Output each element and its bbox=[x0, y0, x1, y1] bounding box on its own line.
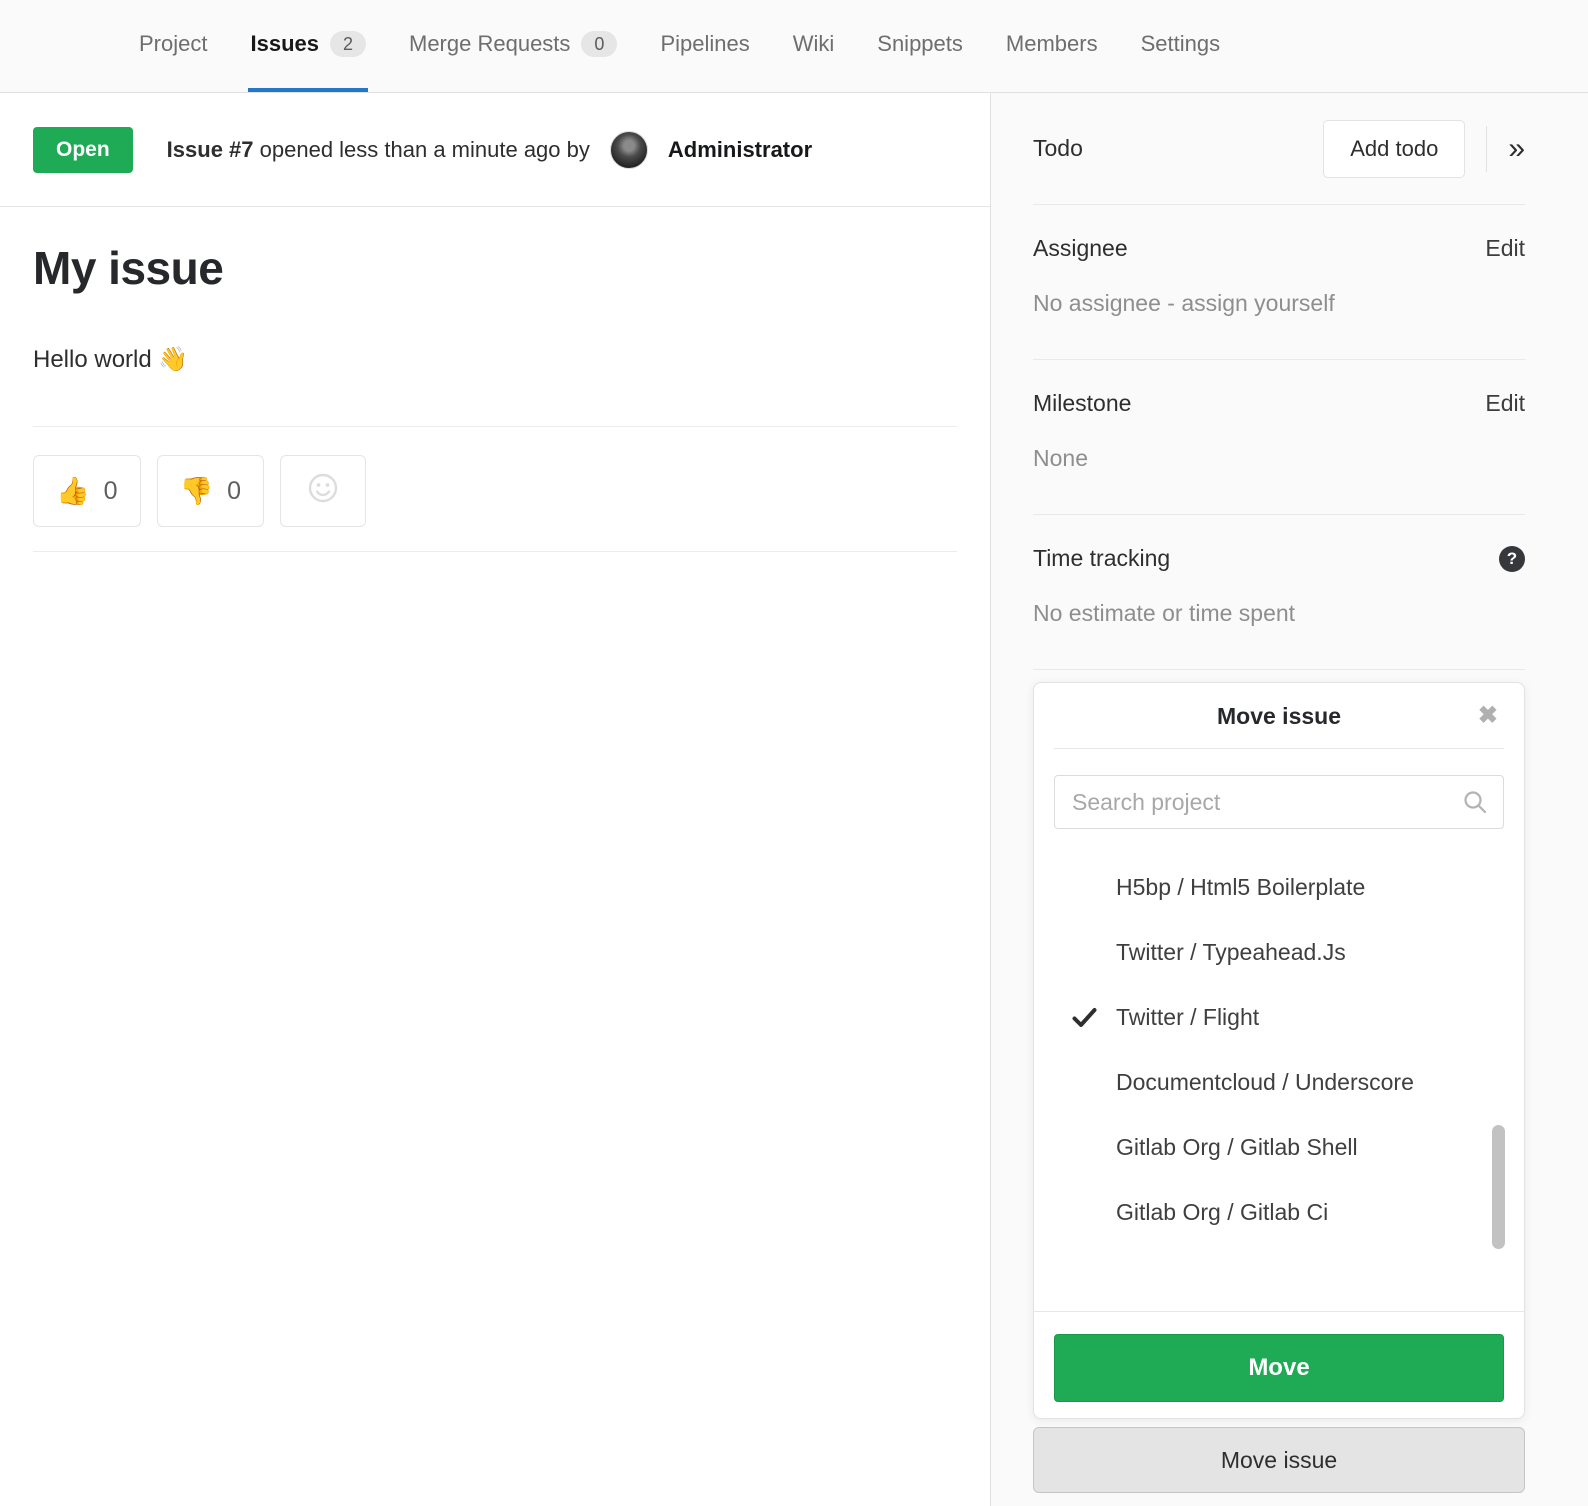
assignee-section: Assignee Edit No assignee - assign yours… bbox=[1033, 205, 1525, 360]
milestone-label: Milestone bbox=[1033, 390, 1131, 417]
list-item[interactable]: Gitlab Org / Gitlab Shell bbox=[1034, 1115, 1524, 1180]
dash-separator: - bbox=[1167, 290, 1175, 316]
tab-label: Merge Requests bbox=[409, 31, 570, 57]
tab-snippets[interactable]: Snippets bbox=[875, 0, 965, 92]
divider bbox=[1054, 748, 1504, 749]
dialog-title: Move issue bbox=[1217, 703, 1341, 729]
list-item[interactable]: H5bp / Html5 Boilerplate bbox=[1034, 855, 1524, 920]
tab-pipelines[interactable]: Pipelines bbox=[658, 0, 751, 92]
assign-yourself-link[interactable]: assign yourself bbox=[1181, 290, 1334, 316]
move-issue-button[interactable]: Move issue bbox=[1033, 1427, 1525, 1493]
tab-issues[interactable]: Issues 2 bbox=[248, 0, 368, 92]
list-item-selected[interactable]: Twitter / Flight bbox=[1034, 985, 1524, 1050]
thumbs-up-button[interactable]: 👍 0 bbox=[33, 455, 141, 527]
todo-label: Todo bbox=[1033, 135, 1083, 162]
milestone-edit-link[interactable]: Edit bbox=[1485, 390, 1525, 417]
tab-settings[interactable]: Settings bbox=[1139, 0, 1223, 92]
scrollbar-thumb[interactable] bbox=[1492, 1125, 1505, 1249]
list-item[interactable]: Documentcloud / Underscore bbox=[1034, 1050, 1524, 1115]
tab-label: Pipelines bbox=[660, 31, 749, 57]
issues-count-badge: 2 bbox=[330, 31, 366, 57]
tab-label: Issues bbox=[250, 31, 319, 57]
thumbs-up-count: 0 bbox=[104, 477, 118, 506]
collapse-sidebar-icon[interactable]: » bbox=[1508, 134, 1525, 164]
tab-project[interactable]: Project bbox=[137, 0, 209, 92]
divider bbox=[33, 551, 957, 552]
thumbs-up-icon: 👍 bbox=[56, 475, 90, 507]
issue-meta: Issue #7 opened less than a minute ago b… bbox=[167, 137, 590, 163]
close-icon[interactable]: ✖ bbox=[1478, 701, 1498, 730]
tab-label: Project bbox=[139, 31, 207, 57]
check-icon bbox=[1072, 1007, 1097, 1034]
issue-description: Hello world 👋 bbox=[33, 345, 957, 374]
help-icon[interactable]: ? bbox=[1499, 546, 1525, 572]
issue-main: Open Issue #7 opened less than a minute … bbox=[0, 93, 990, 1506]
author-avatar[interactable] bbox=[610, 131, 648, 169]
thumbs-down-button[interactable]: 👎 0 bbox=[157, 455, 265, 527]
issue-header: Open Issue #7 opened less than a minute … bbox=[0, 93, 990, 207]
page-title: My issue bbox=[33, 241, 957, 295]
assignee-edit-link[interactable]: Edit bbox=[1485, 235, 1525, 262]
issue-sidebar: Todo Add todo » Assignee Edit No assigne… bbox=[990, 93, 1588, 1506]
tab-wiki[interactable]: Wiki bbox=[791, 0, 837, 92]
tab-label: Snippets bbox=[877, 31, 963, 57]
assignee-value: No assignee - assign yourself bbox=[1033, 290, 1525, 317]
tab-label: Members bbox=[1006, 31, 1098, 57]
move-issue-dialog: Move issue ✖ H5bp / Html5 Boilerplate bbox=[1033, 682, 1525, 1419]
issue-opened-text: opened less than a minute ago by bbox=[260, 137, 590, 162]
list-item[interactable]: Twitter / Typeahead.Js bbox=[1034, 920, 1524, 985]
project-list: H5bp / Html5 Boilerplate Twitter / Typea… bbox=[1034, 845, 1524, 1311]
reactions-bar: 👍 0 👎 0 bbox=[33, 455, 957, 527]
search-project-input[interactable] bbox=[1054, 775, 1504, 829]
tab-merge-requests[interactable]: Merge Requests 0 bbox=[407, 0, 619, 92]
milestone-section: Milestone Edit None bbox=[1033, 360, 1525, 515]
issue-number: Issue #7 bbox=[167, 137, 254, 162]
assignee-label: Assignee bbox=[1033, 235, 1128, 262]
project-nav: Project Issues 2 Merge Requests 0 Pipeli… bbox=[0, 0, 1588, 93]
search-icon bbox=[1462, 789, 1489, 821]
thumbs-down-icon: 👎 bbox=[180, 475, 214, 507]
list-item[interactable]: Gitlab Org / Gitlab Ci bbox=[1034, 1180, 1524, 1245]
add-todo-button[interactable]: Add todo bbox=[1323, 120, 1465, 178]
author-name[interactable]: Administrator bbox=[668, 137, 812, 163]
move-button[interactable]: Move bbox=[1054, 1334, 1504, 1402]
smiley-icon bbox=[307, 472, 339, 511]
add-reaction-button[interactable] bbox=[280, 455, 366, 527]
status-badge: Open bbox=[33, 127, 133, 173]
time-tracking-value: No estimate or time spent bbox=[1033, 600, 1525, 627]
merge-requests-count-badge: 0 bbox=[581, 31, 617, 57]
time-tracking-section: Time tracking ? No estimate or time spen… bbox=[1033, 515, 1525, 670]
tab-label: Wiki bbox=[793, 31, 835, 57]
milestone-value: None bbox=[1033, 445, 1525, 472]
no-assignee-text: No assignee bbox=[1033, 290, 1161, 316]
time-tracking-label: Time tracking bbox=[1033, 545, 1170, 572]
tab-label: Settings bbox=[1141, 31, 1221, 57]
divider bbox=[1486, 126, 1487, 172]
thumbs-down-count: 0 bbox=[227, 477, 241, 506]
divider bbox=[33, 426, 957, 427]
tab-members[interactable]: Members bbox=[1004, 0, 1100, 92]
todo-section: Todo Add todo » bbox=[1033, 93, 1525, 205]
